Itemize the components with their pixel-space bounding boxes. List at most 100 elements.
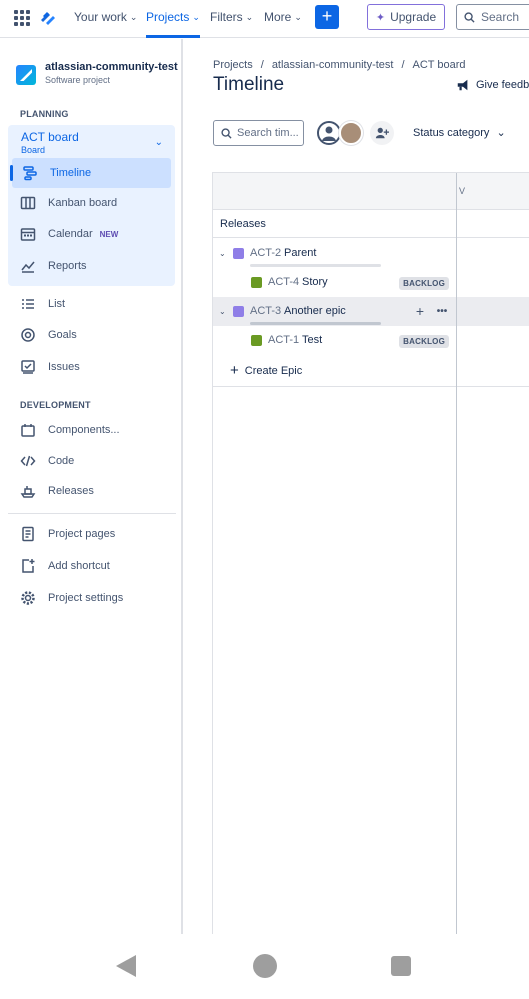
home-icon[interactable] xyxy=(253,954,277,978)
breadcrumb-projects[interactable]: Projects xyxy=(213,59,253,71)
nav-projects-label: Projects xyxy=(146,10,190,24)
chevron-down-icon: ⌄ xyxy=(294,11,302,22)
story-row[interactable]: ACT-1 Test BACKLOG xyxy=(213,326,529,355)
issue-key[interactable]: ACT-4 xyxy=(268,276,299,288)
timeline-column-divider[interactable] xyxy=(456,173,457,935)
story-row[interactable]: ACT-4 Story BACKLOG xyxy=(213,268,529,297)
create-epic-button[interactable]: + Create Epic xyxy=(230,362,302,379)
timeline-grid: V Releases ⌄ ACT-2 Parent ACT-4 Story BA… xyxy=(212,172,529,935)
status-category-dropdown[interactable]: Status category ⌄ xyxy=(413,126,506,140)
issue-summary[interactable]: Parent xyxy=(284,247,316,259)
system-navigation-bar xyxy=(0,934,529,999)
epic-progress-bar xyxy=(250,322,381,325)
issue-key[interactable]: ACT-2 xyxy=(250,247,281,259)
sidebar-item-label: Timeline xyxy=(50,167,92,179)
sidebar-item-list[interactable]: List xyxy=(20,293,65,315)
sidebar-item-label: Issues xyxy=(48,361,80,373)
issue-key[interactable]: ACT-3 xyxy=(250,305,281,317)
new-badge: NEW xyxy=(99,229,119,239)
add-person-icon xyxy=(375,127,389,139)
nav-projects[interactable]: Projects ⌄ xyxy=(146,10,200,38)
sparkle-icon: ✦ xyxy=(375,11,386,24)
nav-more[interactable]: More ⌄ xyxy=(264,10,302,24)
nav-your-work-label: Your work xyxy=(74,10,127,24)
sidebar-item-project-settings[interactable]: Project settings xyxy=(20,587,123,609)
avatar[interactable] xyxy=(317,121,341,145)
user-icon xyxy=(322,126,336,141)
plus-icon: + xyxy=(230,362,239,379)
sidebar-item-releases[interactable]: Releases xyxy=(20,480,94,502)
avatar[interactable] xyxy=(339,121,363,145)
sidebar-item-timeline[interactable]: Timeline xyxy=(10,158,171,188)
project-name: atlassian-community-test xyxy=(45,61,178,73)
issue-summary[interactable]: Test xyxy=(302,334,322,346)
add-people-button[interactable] xyxy=(370,121,394,145)
global-search-input[interactable]: Search xyxy=(456,4,529,30)
sidebar: atlassian-community-test Software projec… xyxy=(0,39,183,934)
breadcrumb-project[interactable]: atlassian-community-test xyxy=(272,59,394,71)
upgrade-button[interactable]: ✦ Upgrade xyxy=(367,4,445,30)
nav-filters-label: Filters xyxy=(210,10,243,24)
breadcrumb-separator: / xyxy=(260,59,264,71)
add-child-button[interactable]: + xyxy=(411,303,429,321)
sidebar-item-label: Project settings xyxy=(48,592,124,604)
sidebar-item-kanban-board[interactable]: Kanban board xyxy=(20,192,117,214)
sidebar-item-label: List xyxy=(48,298,66,310)
nav-filters[interactable]: Filters ⌄ xyxy=(210,10,253,24)
sidebar-item-components[interactable]: Components... xyxy=(20,419,120,441)
sidebar-item-label: Goals xyxy=(48,329,77,341)
search-icon xyxy=(221,127,232,139)
releases-label: Releases xyxy=(220,218,266,230)
status-lozenge: BACKLOG xyxy=(399,277,449,290)
timeline-search-input[interactable]: Search tim... xyxy=(213,120,304,146)
sidebar-item-label: Components... xyxy=(48,424,120,436)
epic-row[interactable]: ⌄ ACT-3 Another epic + ••• xyxy=(213,297,456,326)
give-feedback-label: Give feedba xyxy=(476,79,529,91)
releases-row[interactable]: Releases xyxy=(213,210,529,238)
top-navigation: Your work ⌄ Projects ⌄ Filters ⌄ More ⌄ + ✦ … xyxy=(0,0,529,38)
nav-your-work[interactable]: Your work ⌄ xyxy=(74,10,137,24)
breadcrumb-board[interactable]: ACT board xyxy=(413,59,466,71)
app-switcher-icon[interactable] xyxy=(14,10,30,26)
epic-row[interactable]: ⌄ ACT-2 Parent xyxy=(213,239,529,268)
list-icon xyxy=(22,299,34,309)
chevron-down-icon[interactable]: ⌄ xyxy=(219,249,226,258)
recent-apps-icon[interactable] xyxy=(391,956,411,976)
sidebar-item-add-shortcut[interactable]: Add shortcut xyxy=(20,555,110,577)
components-icon xyxy=(21,424,35,437)
sidebar-item-project-pages[interactable]: Project pages xyxy=(20,523,115,545)
month-label: V xyxy=(459,186,466,196)
back-icon[interactable] xyxy=(116,955,136,977)
megaphone-icon xyxy=(457,79,468,91)
more-actions-button[interactable]: ••• xyxy=(433,303,451,321)
status-lozenge: BACKLOG xyxy=(399,335,449,348)
epic-progress-bar xyxy=(250,264,381,267)
reports-icon xyxy=(21,261,35,273)
chevron-down-icon[interactable]: ⌄ xyxy=(219,307,226,316)
sidebar-item-code[interactable]: Code xyxy=(20,450,74,472)
sidebar-item-goals[interactable]: Goals xyxy=(20,324,77,346)
issue-key[interactable]: ACT-1 xyxy=(268,334,299,346)
board-title[interactable]: ACT board xyxy=(21,130,79,144)
story-icon xyxy=(251,335,262,346)
releases-icon xyxy=(20,486,36,498)
jira-logo-icon[interactable] xyxy=(38,8,58,28)
search-icon xyxy=(464,11,475,23)
sidebar-item-label: Reports xyxy=(48,260,87,272)
code-icon xyxy=(20,455,36,467)
create-button[interactable]: + xyxy=(315,5,339,29)
issue-summary[interactable]: Another epic xyxy=(284,305,346,317)
give-feedback-button[interactable]: Give feedba xyxy=(456,78,529,92)
sidebar-item-issues[interactable]: Issues xyxy=(20,356,80,378)
issues-icon xyxy=(21,360,35,374)
issue-summary[interactable]: Story xyxy=(302,276,328,288)
planning-section-label: PLANNING xyxy=(20,109,69,119)
project-avatar-icon xyxy=(16,65,36,85)
project-header[interactable]: atlassian-community-test Software projec… xyxy=(16,61,178,85)
sidebar-item-calendar[interactable]: Calendar NEW xyxy=(20,223,118,245)
sidebar-item-reports[interactable]: Reports xyxy=(20,255,87,277)
chevron-down-icon[interactable]: ⌄ xyxy=(155,137,163,148)
breadcrumb: Projects / atlassian-community-test / AC… xyxy=(213,59,466,71)
sidebar-divider xyxy=(8,513,176,514)
epic-icon xyxy=(233,306,244,317)
